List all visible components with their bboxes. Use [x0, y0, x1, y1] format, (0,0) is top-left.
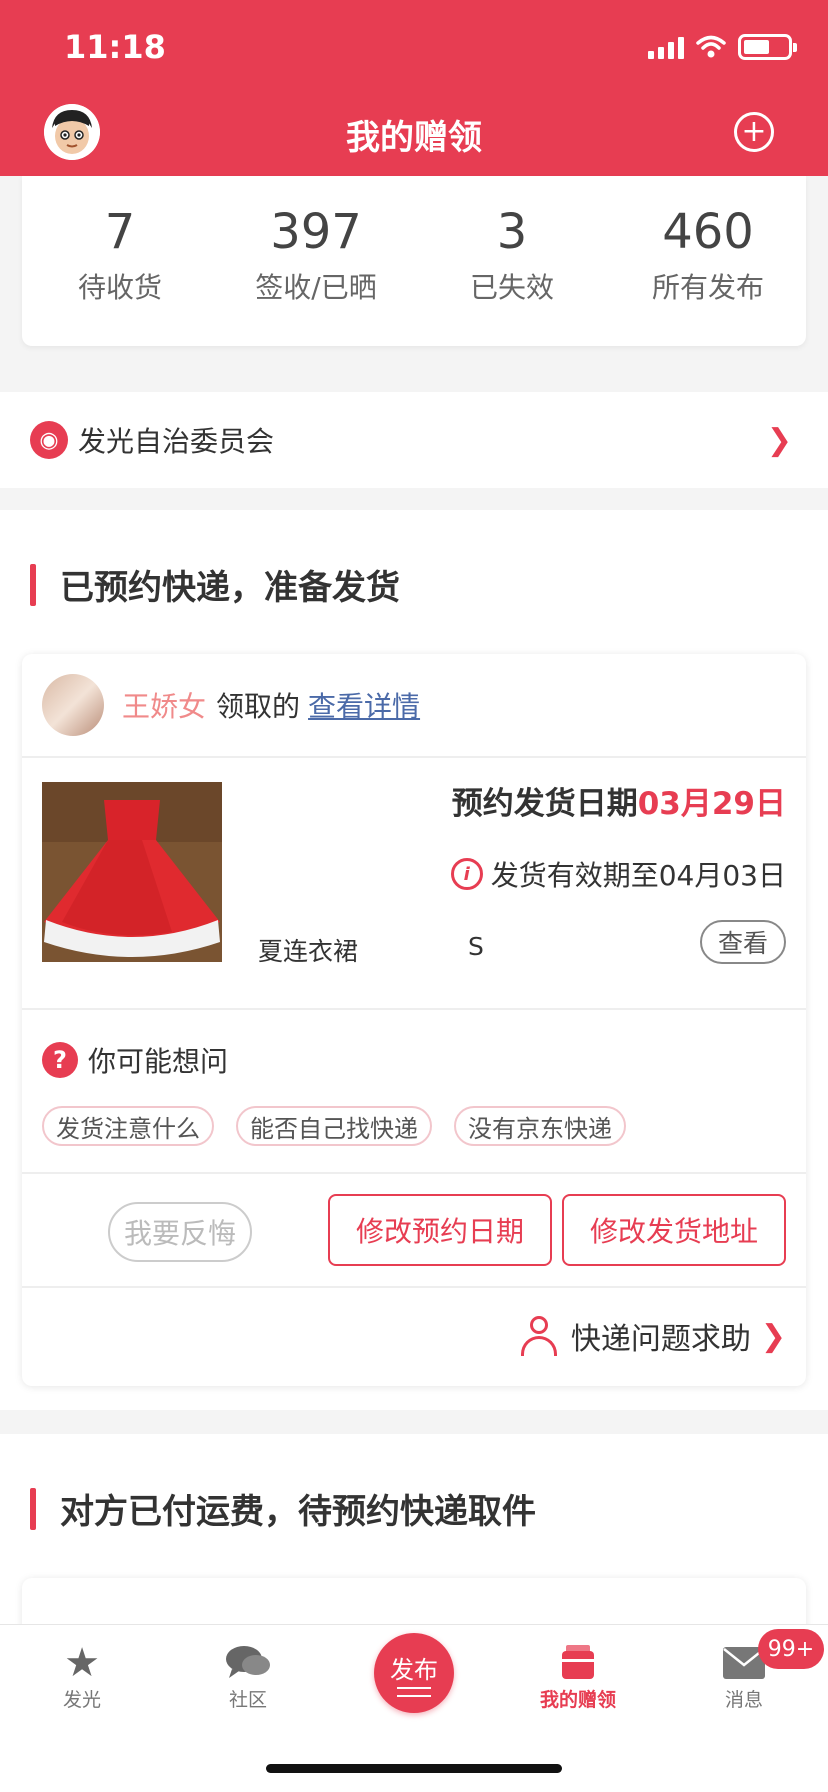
stat-value: 3 [496, 204, 528, 260]
stat-label: 已失效 [469, 271, 554, 304]
wifi-icon [696, 35, 726, 58]
chevron-right-icon: ❯ [760, 1318, 786, 1354]
tab-community[interactable]: 社区 [188, 1641, 308, 1712]
tab-faguang[interactable]: ★ 发光 [22, 1640, 142, 1712]
stats-card: 7 待收货 397 签收/已晒 3 已失效 460 所有发布 [22, 176, 806, 346]
faq-section: ? 你可能想问 发货注意什么 能否自己找快递 没有京东快递 [22, 1010, 806, 1174]
stat-value: 397 [270, 204, 362, 260]
top-bar: 11:18 我的赠领 + [0, 0, 828, 176]
person-icon [520, 1316, 557, 1356]
stat-value: 7 [104, 204, 136, 260]
faq-heading: ? 你可能想问 [42, 1040, 228, 1080]
stat-label: 所有发布 [651, 271, 764, 304]
stat-all-published[interactable]: 460 所有发布 [610, 176, 806, 346]
publish-icon [397, 1686, 431, 1697]
chat-bubbles-icon [188, 1641, 308, 1685]
product-size: S [468, 932, 484, 961]
ship-date-label: 预约发货日期 [451, 786, 638, 822]
section-marker [30, 1487, 36, 1530]
help-row: 快递问题求助 ❯ [22, 1288, 806, 1384]
tab-label: 发光 [62, 1689, 101, 1711]
tab-label: 社区 [228, 1689, 267, 1711]
committee-icon: ◉ [30, 421, 68, 459]
order-card: 王娇女 领取的 查看详情 预约发货日期03月29日 i 发货有效期至04月03日… [22, 654, 806, 1386]
view-button[interactable]: 查看 [700, 920, 786, 964]
ship-date-value: 03月29日 [637, 786, 786, 822]
ship-date: 预约发货日期03月29日 [452, 778, 786, 823]
faq-tag[interactable]: 发货注意什么 [42, 1106, 214, 1146]
faq-tag[interactable]: 没有京东快递 [454, 1106, 626, 1146]
product-image[interactable] [42, 782, 222, 962]
signal-icon [648, 35, 684, 59]
committee-row[interactable]: ◉ 发光自治委员会 ❯ [0, 392, 828, 488]
product-name: 夏连衣裙 [258, 937, 359, 966]
tab-label: 我的赠领 [539, 1689, 616, 1711]
change-date-button[interactable]: 修改预约日期 [328, 1194, 552, 1266]
section-title-paid: 对方已付运费，待预约快递取件 [30, 1484, 536, 1533]
stat-expired[interactable]: 3 已失效 [414, 176, 610, 346]
status-time: 11:18 [64, 28, 166, 66]
detail-link[interactable]: 查看详情 [308, 685, 420, 725]
tab-my-gifts[interactable]: 我的赠领 [518, 1641, 638, 1712]
stat-label: 待收货 [77, 271, 162, 304]
change-address-button[interactable]: 修改发货地址 [562, 1194, 786, 1266]
faq-tag[interactable]: 能否自己找快递 [236, 1106, 432, 1146]
status-icons [648, 34, 797, 60]
validity: i 发货有效期至04月03日 [450, 854, 786, 894]
section-title-text: 对方已付运费，待预约快递取件 [60, 1492, 536, 1532]
stat-value: 460 [662, 204, 754, 260]
question-icon: ? [42, 1042, 78, 1078]
express-help-link[interactable]: 快递问题求助 ❯ [520, 1314, 786, 1358]
committee-label: 发光自治委员会 [78, 425, 275, 458]
user-name[interactable]: 王娇女 [122, 685, 206, 725]
order-actions: 我要反悔 修改预约日期 修改发货地址 [22, 1174, 806, 1288]
gift-box-icon [518, 1641, 638, 1685]
section-marker [30, 563, 36, 606]
stat-received[interactable]: 397 签收/已晒 [218, 176, 414, 346]
home-indicator [266, 1764, 562, 1773]
battery-icon [738, 34, 797, 60]
page-title: 我的赠领 [346, 118, 482, 158]
regret-button[interactable]: 我要反悔 [108, 1202, 252, 1262]
info-icon: i [450, 858, 483, 890]
chevron-right-icon: ❯ [766, 422, 792, 458]
user-avatar[interactable] [42, 674, 104, 736]
plus-circle-icon[interactable]: + [734, 112, 774, 152]
help-label: 快递问题求助 [570, 1322, 751, 1357]
faq-tags: 发货注意什么 能否自己找快递 没有京东快递 [42, 1106, 626, 1146]
stat-label: 签收/已晒 [255, 271, 377, 304]
order-header: 王娇女 领取的 查看详情 [22, 654, 806, 758]
tab-label: 消息 [724, 1689, 763, 1711]
validity-text: 发货有效期至04月03日 [490, 859, 786, 892]
star-icon: ★ [64, 1640, 100, 1686]
section-title-reserved: 已预约快递，准备发货 [30, 560, 400, 609]
faq-title: 你可能想问 [88, 1045, 229, 1078]
section-title-text: 已预约快递，准备发货 [60, 568, 400, 608]
publish-label: 发布 [390, 1655, 438, 1684]
publish-button[interactable]: 发布 [374, 1633, 454, 1713]
claimed-text: 领取的 [216, 690, 301, 723]
message-badge: 99+ [758, 1629, 824, 1669]
stat-pending-receipt[interactable]: 7 待收货 [22, 176, 218, 346]
product-row: 预约发货日期03月29日 i 发货有效期至04月03日 夏连衣裙 S 查看 [22, 758, 806, 1010]
